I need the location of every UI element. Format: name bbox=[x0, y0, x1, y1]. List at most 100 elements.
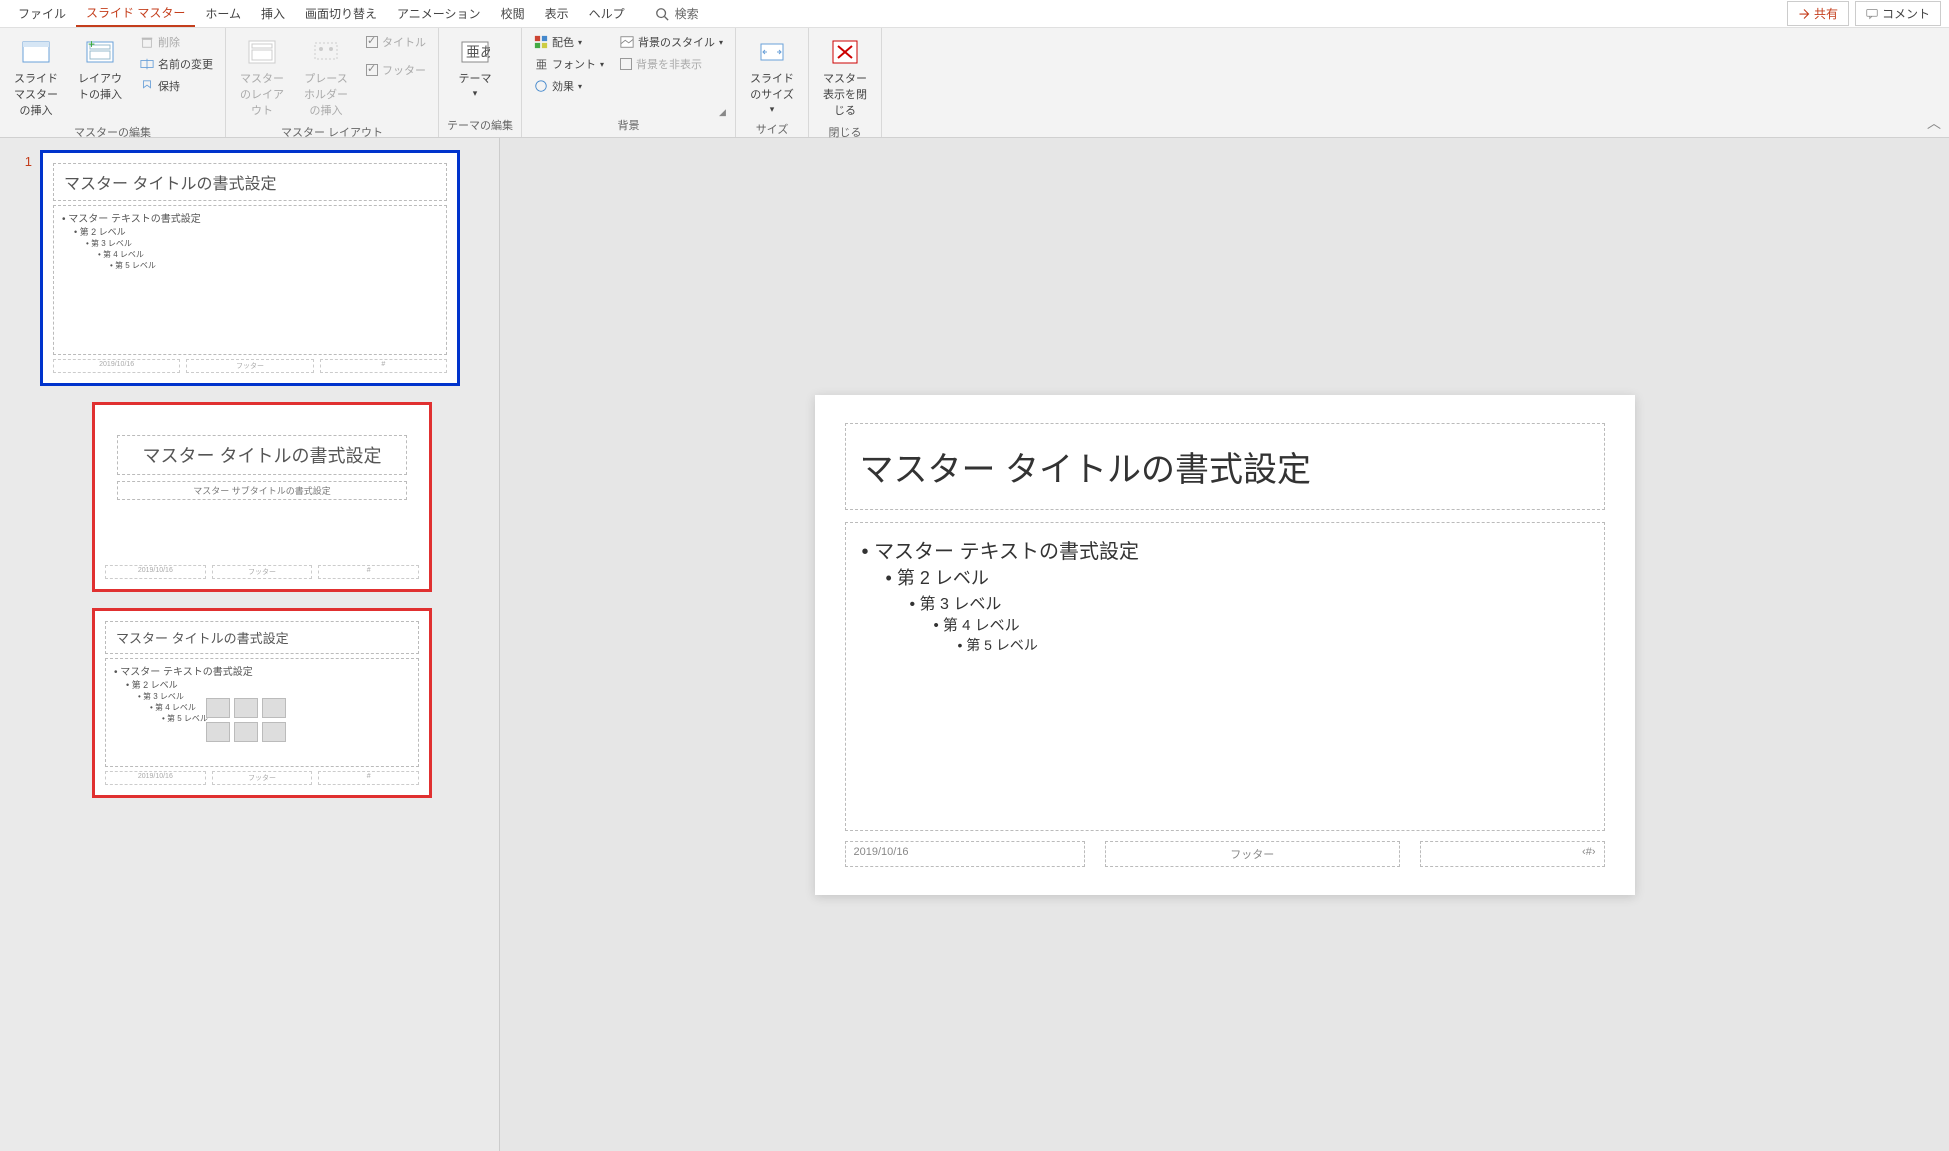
share-label: 共有 bbox=[1814, 5, 1838, 22]
checkbox-icon bbox=[366, 36, 378, 48]
colors-button[interactable]: 配色 ▾ bbox=[530, 32, 608, 52]
svg-text:+: + bbox=[88, 38, 95, 51]
thumbnail-panel[interactable]: 1 マスター タイトルの書式設定 マスター テキストの書式設定 第 2 レベル … bbox=[0, 138, 500, 1151]
thumb-body: マスター テキストの書式設定 第 2 レベル 第 3 レベル 第 4 レベル 第… bbox=[105, 658, 419, 767]
ribbon: スライド マスターの挿入 + レイアウトの挿入 削除 名前の変更 bbox=[0, 28, 1949, 138]
chevron-down-icon: ▾ bbox=[473, 88, 478, 99]
main-area: 1 マスター タイトルの書式設定 マスター テキストの書式設定 第 2 レベル … bbox=[0, 138, 1949, 1151]
hide-bg-label: 背景を非表示 bbox=[636, 56, 702, 72]
comment-label: コメント bbox=[1882, 5, 1930, 22]
group-label-size: サイズ bbox=[744, 119, 800, 137]
tab-view[interactable]: 表示 bbox=[535, 1, 579, 26]
close-icon bbox=[829, 36, 861, 68]
tab-home[interactable]: ホーム bbox=[195, 1, 251, 26]
slide-size-button[interactable]: スライドのサイズ ▾ bbox=[744, 32, 800, 119]
share-button[interactable]: 共有 bbox=[1787, 1, 1849, 26]
date-placeholder[interactable]: 2019/10/16 bbox=[845, 841, 1085, 867]
page-number-placeholder[interactable]: ‹#› bbox=[1420, 841, 1605, 867]
tab-help[interactable]: ヘルプ bbox=[579, 1, 635, 26]
delete-label: 削除 bbox=[158, 34, 180, 50]
background-dialog-launcher[interactable]: ◢ bbox=[719, 107, 731, 119]
thumb-page: # bbox=[320, 359, 447, 373]
menu-bar: ファイル スライド マスター ホーム 挿入 画面切り替え アニメーション 校閲 … bbox=[0, 0, 1949, 28]
thumb-page: # bbox=[318, 565, 419, 579]
delete-icon bbox=[140, 35, 154, 49]
rename-icon bbox=[140, 57, 154, 71]
chevron-down-icon: ▾ bbox=[600, 60, 604, 69]
delete-button[interactable]: 削除 bbox=[136, 32, 217, 52]
chart-icon bbox=[234, 698, 258, 718]
thumb-title: マスター タイトルの書式設定 bbox=[117, 435, 407, 475]
title-checkbox[interactable]: タイトル bbox=[362, 32, 430, 52]
body-placeholder[interactable]: マスター テキストの書式設定 第 2 レベル 第 3 レベル 第 4 レベル 第… bbox=[845, 522, 1605, 831]
svg-text:亜あ: 亜あ bbox=[466, 44, 490, 60]
body-level-5: 第 5 レベル bbox=[958, 635, 1588, 655]
tab-animations[interactable]: アニメーション bbox=[387, 1, 491, 26]
comment-button[interactable]: コメント bbox=[1855, 1, 1941, 26]
hide-bg-checkbox[interactable]: 背景を非表示 bbox=[616, 54, 727, 74]
close-master-label: マスター表示を閉じる bbox=[819, 70, 871, 118]
svg-text:亜: 亜 bbox=[536, 59, 547, 71]
title-placeholder[interactable]: マスター タイトルの書式設定 bbox=[845, 423, 1605, 510]
master-number: 1 bbox=[12, 150, 32, 169]
comment-icon bbox=[1866, 8, 1878, 20]
insert-slide-master-label: スライド マスターの挿入 bbox=[10, 70, 62, 118]
footer-checkbox[interactable]: フッター bbox=[362, 60, 430, 80]
slide-size-label: スライドのサイズ bbox=[746, 70, 798, 102]
fonts-button[interactable]: 亜 フォント ▾ bbox=[530, 54, 608, 74]
theme-button[interactable]: 亜あ テーマ ▾ bbox=[447, 32, 503, 103]
video-icon bbox=[262, 722, 286, 742]
search-label: 検索 bbox=[675, 5, 699, 22]
group-label-background: 背景 bbox=[530, 115, 727, 133]
tab-transitions[interactable]: 画面切り替え bbox=[295, 1, 387, 26]
layout-thumbnail-1[interactable]: マスター タイトルの書式設定 マスター サブタイトルの書式設定 2019/10/… bbox=[92, 402, 432, 592]
chevron-down-icon: ▾ bbox=[578, 82, 582, 91]
body-level-3: 第 3 レベル bbox=[910, 590, 1588, 614]
insert-layout-button[interactable]: + レイアウトの挿入 bbox=[72, 32, 128, 106]
rename-label: 名前の変更 bbox=[158, 56, 213, 72]
ribbon-group-size: スライドのサイズ ▾ サイズ bbox=[736, 28, 809, 137]
thumb-date: 2019/10/16 bbox=[53, 359, 180, 373]
slide-master-icon bbox=[20, 36, 52, 68]
close-master-view-button[interactable]: マスター表示を閉じる bbox=[817, 32, 873, 122]
thumb-footer: フッター bbox=[212, 565, 313, 579]
slide-canvas[interactable]: マスター タイトルの書式設定 マスター テキストの書式設定 第 2 レベル 第 … bbox=[500, 138, 1949, 1151]
preserve-button[interactable]: 保持 bbox=[136, 76, 217, 96]
picture-icon bbox=[206, 722, 230, 742]
collapse-ribbon-button[interactable]: ︿ bbox=[1927, 113, 1941, 133]
rename-button[interactable]: 名前の変更 bbox=[136, 54, 217, 74]
insert-placeholder-button[interactable]: プレースホルダーの挿入 bbox=[298, 32, 354, 122]
ribbon-group-master-edit: スライド マスターの挿入 + レイアウトの挿入 削除 名前の変更 bbox=[0, 28, 226, 137]
tab-slide-master[interactable]: スライド マスター bbox=[76, 0, 195, 27]
search-box[interactable]: 検索 bbox=[655, 5, 699, 22]
chevron-down-icon: ▾ bbox=[770, 104, 775, 115]
colors-icon bbox=[534, 35, 548, 49]
master-layout-button[interactable]: マスターのレイアウト bbox=[234, 32, 290, 122]
slide-master-editor[interactable]: マスター タイトルの書式設定 マスター テキストの書式設定 第 2 レベル 第 … bbox=[815, 395, 1635, 895]
effects-button[interactable]: 効果 ▾ bbox=[530, 76, 608, 96]
theme-label: テーマ bbox=[459, 70, 492, 86]
master-thumbnail[interactable]: マスター タイトルの書式設定 マスター テキストの書式設定 第 2 レベル 第 … bbox=[40, 150, 460, 386]
thumb-title: マスター タイトルの書式設定 bbox=[53, 163, 447, 201]
bg-styles-button[interactable]: 背景のスタイル ▾ bbox=[616, 32, 727, 52]
thumb-body: マスター テキストの書式設定 第 2 レベル 第 3 レベル 第 4 レベル 第… bbox=[53, 205, 447, 355]
table-icon bbox=[206, 698, 230, 718]
layout-thumbnail-2[interactable]: マスター タイトルの書式設定 マスター テキストの書式設定 第 2 レベル 第 … bbox=[92, 608, 432, 798]
chevron-down-icon: ▾ bbox=[578, 38, 582, 47]
tab-review[interactable]: 校閲 bbox=[491, 1, 535, 26]
preserve-icon bbox=[140, 79, 154, 93]
body-level-1: マスター テキストの書式設定 bbox=[862, 535, 1588, 564]
ribbon-group-theme-edit: 亜あ テーマ ▾ テーマの編集 bbox=[439, 28, 522, 137]
master-layout-icon bbox=[246, 36, 278, 68]
ribbon-group-master-layout: マスターのレイアウト プレースホルダーの挿入 タイトル フッター マスター レイ… bbox=[226, 28, 439, 137]
thumb-footer: フッター bbox=[212, 771, 313, 785]
tab-insert[interactable]: 挿入 bbox=[251, 1, 295, 26]
checkbox-icon bbox=[366, 64, 378, 76]
master-layout-label: マスターのレイアウト bbox=[236, 70, 288, 118]
fonts-label: フォント bbox=[552, 56, 596, 72]
tab-file[interactable]: ファイル bbox=[8, 1, 76, 26]
insert-slide-master-button[interactable]: スライド マスターの挿入 bbox=[8, 32, 64, 122]
body-level-4: 第 4 レベル bbox=[934, 614, 1588, 635]
footer-placeholder[interactable]: フッター bbox=[1105, 841, 1401, 867]
bg-styles-label: 背景のスタイル bbox=[638, 34, 715, 50]
